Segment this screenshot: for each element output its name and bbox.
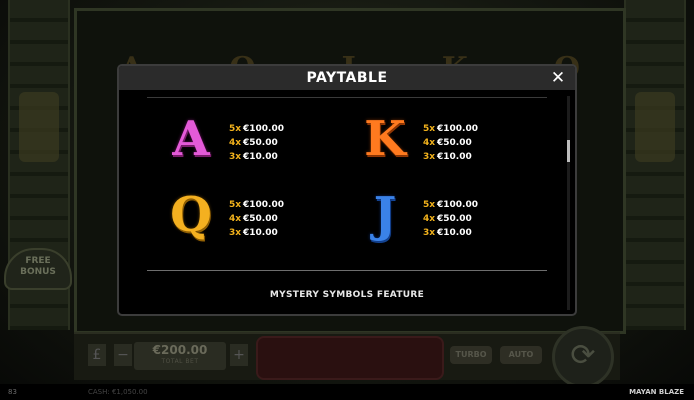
symbol-j-icon: J	[373, 187, 397, 243]
symbol-q-icon: Q	[170, 187, 212, 243]
close-icon[interactable]: ✕	[547, 66, 569, 90]
spin-icon: ⟳	[570, 338, 596, 373]
payout-value: €50.00	[243, 214, 278, 224]
symbol-a-icon: A	[172, 111, 210, 167]
scrollbar-thumb[interactable]	[567, 140, 570, 162]
payout-row: 5x €100.00	[229, 198, 319, 212]
payout-row: 3x €10.00	[423, 226, 513, 240]
payout-multiplier: 4x	[423, 214, 436, 224]
payout-multiplier: 3x	[229, 152, 242, 162]
autoplay-button[interactable]: AUTO	[500, 346, 542, 364]
game-title: MAYAN BLAZE	[629, 388, 684, 396]
right-totem-pillar	[624, 0, 686, 330]
symbol-j-payouts: 5x €100.00 4x €50.00 3x €10.00	[423, 198, 513, 240]
payout-multiplier: 5x	[229, 200, 242, 210]
cash-balance: CASH: €1,050.00	[88, 388, 148, 396]
footer-number: 83	[8, 388, 17, 396]
payout-row: 4x €50.00	[229, 136, 319, 150]
payout-value: €10.00	[437, 152, 472, 162]
bet-label: TOTAL BET	[161, 358, 199, 365]
payout-row: 3x €10.00	[229, 226, 319, 240]
bet-value: €200.00	[152, 343, 208, 357]
mayan-mask-icon	[19, 92, 59, 162]
symbol-q-payouts: 5x €100.00 4x €50.00 3x €10.00	[229, 198, 319, 240]
payout-multiplier: 4x	[423, 138, 436, 148]
win-display	[256, 336, 444, 380]
modal-header: PAYTABLE ✕	[119, 66, 575, 90]
payout-value: €10.00	[437, 228, 472, 238]
symbol-k-icon: K	[364, 111, 406, 167]
payout-multiplier: 4x	[229, 138, 242, 148]
payout-row: 5x €100.00	[423, 198, 513, 212]
payout-multiplier: 3x	[423, 228, 436, 238]
spin-button[interactable]: ⟳	[552, 326, 614, 388]
payout-value: €50.00	[243, 138, 278, 148]
symbol-a-payouts: 5x €100.00 4x €50.00 3x €10.00	[229, 122, 319, 164]
scrollbar-track[interactable]	[567, 96, 570, 310]
payout-row: 4x €50.00	[423, 212, 513, 226]
info-button[interactable]: £	[88, 344, 106, 366]
payout-multiplier: 3x	[229, 228, 242, 238]
symbol-k-payouts: 5x €100.00 4x €50.00 3x €10.00	[423, 122, 513, 164]
bet-display: €200.00 TOTAL BET	[134, 342, 226, 370]
payout-value: €100.00	[243, 124, 284, 134]
payout-row: 3x €10.00	[229, 150, 319, 164]
divider	[147, 270, 547, 271]
payout-value: €10.00	[243, 228, 278, 238]
payout-value: €100.00	[243, 200, 284, 210]
bet-increase-button[interactable]: +	[230, 344, 248, 366]
payout-multiplier: 4x	[229, 214, 242, 224]
payout-multiplier: 3x	[423, 152, 436, 162]
payout-multiplier: 5x	[423, 124, 436, 134]
bet-decrease-button[interactable]: −	[114, 344, 132, 366]
payout-row: 3x €10.00	[423, 150, 513, 164]
paytable-modal: PAYTABLE ✕ A 5x €100.00 4x €50.00 3x €10.00…	[117, 64, 577, 316]
payout-row: 4x €50.00	[423, 136, 513, 150]
payout-multiplier: 5x	[229, 124, 242, 134]
mayan-mask-icon	[635, 92, 675, 162]
payout-value: €100.00	[437, 200, 478, 210]
payout-row: 4x €50.00	[229, 212, 319, 226]
payout-multiplier: 5x	[423, 200, 436, 210]
divider	[147, 97, 547, 98]
payout-value: €50.00	[437, 138, 472, 148]
payout-row: 5x €100.00	[423, 122, 513, 136]
turbo-button[interactable]: TURBO	[450, 346, 492, 364]
payout-value: €100.00	[437, 124, 478, 134]
payout-value: €50.00	[437, 214, 472, 224]
section-heading: MYSTERY SYMBOLS FEATURE	[269, 290, 425, 300]
footer-bar: 83 CASH: €1,050.00 MAYAN BLAZE	[0, 384, 694, 400]
payout-row: 5x €100.00	[229, 122, 319, 136]
modal-title: PAYTABLE	[306, 70, 388, 86]
payout-value: €10.00	[243, 152, 278, 162]
